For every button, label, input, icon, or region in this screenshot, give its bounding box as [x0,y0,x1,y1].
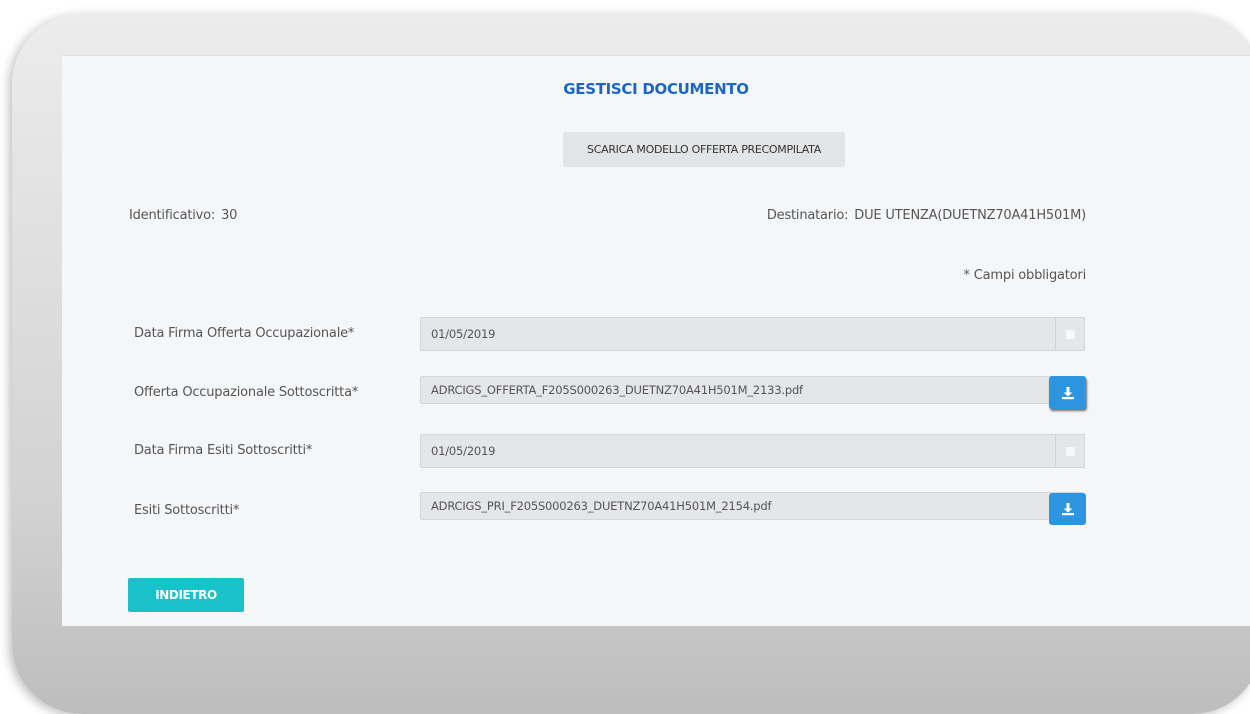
data-firma-offerta-input[interactable] [420,317,1084,351]
calendar-button[interactable] [1055,317,1085,351]
identificativo: Identificativo: 30 [129,208,237,223]
destinatario: Destinatario: DUE UTENZA(DUETNZ70A41H501M… [767,208,1086,223]
download-offerta-button[interactable] [1049,376,1086,409]
data-firma-esiti-label: Data Firma Esiti Sottoscritti* [134,443,313,458]
row-offerta-sottoscritta: Offerta Occupazionale Sottoscritta* [62,373,1250,409]
row-data-firma-esiti: Data Firma Esiti Sottoscritti* [62,434,1250,468]
calendar-icon [1065,329,1075,339]
destinatario-label: Destinatario: [766,208,849,223]
esiti-sottoscritti-file-field[interactable] [420,492,1084,520]
identificativo-label: Identificativo: [129,208,216,223]
page-title: GESTISCI DOCUMENTO [563,80,749,98]
destinatario-value: DUE UTENZA(DUETNZ70A41H501M) [854,208,1086,223]
download-template-button[interactable]: SCARICA MODELLO OFFERTA PRECOMPILATA [563,132,845,167]
calendar-button[interactable] [1055,434,1085,468]
document-panel: GESTISCI DOCUMENTO SCARICA MODELLO OFFER… [62,55,1250,626]
row-data-firma-offerta: Data Firma Offerta Occupazionale* [62,317,1250,351]
identificativo-value: 30 [221,208,238,223]
download-icon [1061,386,1074,399]
back-button[interactable]: INDIETRO [128,578,244,612]
offerta-sottoscritta-label: Offerta Occupazionale Sottoscritta* [134,385,359,400]
required-fields-note: * Campi obbligatori [963,268,1087,283]
calendar-icon [1065,446,1075,456]
offerta-sottoscritta-file-field[interactable] [420,376,1084,404]
data-firma-esiti-input[interactable] [420,434,1084,468]
esiti-sottoscritti-label: Esiti Sottoscritti* [134,503,240,518]
download-icon [1061,503,1074,516]
row-esiti-sottoscritti: Esiti Sottoscritti* [62,489,1250,525]
download-esiti-button[interactable] [1049,493,1086,525]
data-firma-offerta-label: Data Firma Offerta Occupazionale* [134,326,355,341]
